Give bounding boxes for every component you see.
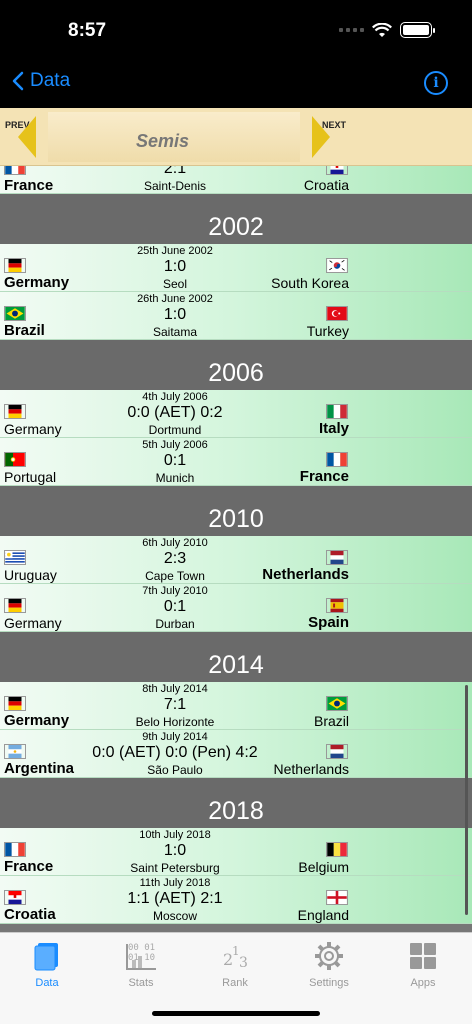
away-team: Belgium (298, 859, 349, 875)
status-icons (339, 22, 435, 38)
flag-spain-icon (326, 598, 348, 613)
flag-england-icon (326, 890, 348, 905)
wifi-icon (372, 22, 392, 37)
flag-turkey-icon (326, 306, 348, 321)
tab-label: Data (35, 977, 59, 989)
away-team: South Korea (271, 275, 349, 291)
match-date: 6th July 2010 (142, 537, 208, 549)
year-header: 2010 (0, 486, 472, 536)
match-row[interactable]: 5th July 2006 0:1 Portugal Munich France (0, 438, 472, 486)
flag-netherlands-icon (326, 744, 348, 759)
match-row[interactable]: 11th July 2018 1:1 (AET) 2:1 Croatia Mos… (0, 876, 472, 924)
next-round-button[interactable]: NEXT (312, 108, 472, 166)
chevron-left-icon (12, 71, 24, 91)
prev-round-button[interactable]: PREV (0, 108, 40, 166)
status-bar: 8:57 (0, 0, 472, 60)
tab-stats[interactable]: 00 01 01 10 Stats (94, 939, 188, 989)
cellular-signal-icon (339, 28, 364, 32)
info-button[interactable]: i (424, 71, 448, 95)
match-row[interactable]: 4th July 2006 0:0 (AET) 0:2 Germany Dort… (0, 390, 472, 438)
match-score: 0:1 (163, 452, 187, 469)
flag-netherlands-icon (326, 550, 348, 565)
away-team: Netherlands (262, 566, 349, 583)
match-list[interactable]: 2:1 France Saint-Denis Croatia 2002 25th… (0, 166, 472, 932)
match-date: 11th July 2018 (139, 877, 211, 889)
tab-label: Rank (222, 977, 248, 989)
battery-icon (400, 22, 435, 38)
match-score: 0:1 (163, 598, 187, 615)
match-date: 26th June 2002 (137, 293, 213, 305)
match-date: 5th July 2006 (142, 439, 208, 451)
year-header: 2018 (0, 778, 472, 828)
away-team: Turkey (306, 323, 349, 339)
match-venue: Saitama (152, 325, 198, 339)
info-icon: i (433, 75, 439, 91)
match-venue: Saint-Denis (143, 179, 207, 193)
stats-icon: 00 01 01 10 (94, 939, 188, 973)
flag-brazil-icon (326, 696, 348, 711)
away-team: Brazil (313, 713, 349, 729)
match-row[interactable]: 6th July 2010 2:3 Uruguay Cape Town Neth… (0, 536, 472, 584)
match-date: 8th July 2014 (142, 683, 208, 695)
match-row[interactable]: 9th July 2014 0:0 (AET) 0:0 (Pen) 4:2 Ar… (0, 730, 472, 778)
away-team: Italy (318, 420, 349, 437)
away-team: France (299, 468, 349, 485)
match-venue: Munich (155, 471, 195, 485)
match-date: 9th July 2014 (142, 731, 208, 743)
match-row[interactable]: 2:1 France Saint-Denis Croatia (0, 166, 472, 194)
book-icon (0, 939, 94, 973)
back-button[interactable]: Data (12, 70, 70, 92)
match-venue: Durban (155, 617, 195, 631)
next-label: NEXT (322, 120, 347, 130)
match-venue: Dortmund (148, 423, 202, 437)
match-score: 1:0 (163, 306, 187, 323)
svg-text:3: 3 (239, 955, 248, 971)
match-row[interactable]: 26th June 2002 1:0 Brazil Saitama Turkey (0, 292, 472, 340)
away-team: England (297, 907, 349, 923)
tab-label: Settings (309, 977, 349, 989)
flag-italy-icon (326, 404, 348, 419)
tab-data[interactable]: Data (0, 939, 94, 989)
flag-croatia-icon (326, 166, 348, 175)
svg-text:00 01: 00 01 (128, 943, 155, 953)
flag-belgium-icon (326, 842, 348, 857)
match-date: 25th June 2002 (137, 245, 213, 257)
tab-apps[interactable]: Apps (376, 939, 470, 989)
flag-france-icon (326, 452, 348, 467)
round-title-panel: Semis (48, 112, 300, 162)
match-date: 10th July 2018 (139, 829, 211, 841)
tab-rank[interactable]: 213 Rank (188, 939, 282, 989)
away-team: Netherlands (273, 761, 350, 777)
match-row[interactable]: 25th June 2002 1:0 Germany Seol South Ko… (0, 244, 472, 292)
year-header: 2014 (0, 632, 472, 682)
match-date: 4th July 2006 (142, 391, 208, 403)
round-selector: PREV Semis NEXT (0, 108, 472, 166)
tab-label: Stats (128, 977, 154, 989)
match-venue: Belo Horizonte (135, 715, 215, 729)
arrow-left-icon (18, 116, 36, 158)
navigation-bar: Data i (0, 60, 472, 108)
tab-settings[interactable]: Settings (282, 939, 376, 989)
back-button-label: Data (30, 70, 71, 91)
scrollbar[interactable] (465, 685, 468, 915)
tab-bar: Data 00 01 01 10 Stats 213 Rank Settings … (0, 932, 472, 1024)
year-header: 2002 (0, 194, 472, 244)
status-time: 8:57 (68, 20, 107, 41)
home-indicator[interactable] (152, 1011, 320, 1016)
rank-icon: 213 (188, 939, 282, 973)
tab-label: Apps (410, 977, 436, 989)
away-team: Spain (308, 614, 349, 631)
match-row[interactable]: 10th July 2018 1:0 France Saint Petersbu… (0, 828, 472, 876)
round-title: Semis (136, 131, 190, 151)
gear-icon (282, 939, 376, 973)
match-date: 7th July 2010 (142, 585, 208, 597)
match-row[interactable]: 8th July 2014 7:1 Germany Belo Horizonte… (0, 682, 472, 730)
grid-icon (376, 939, 470, 973)
match-row[interactable]: 7th July 2010 0:1 Germany Durban Spain (0, 584, 472, 632)
away-team: Croatia (303, 177, 349, 193)
year-header: 2006 (0, 340, 472, 390)
match-score: 0:0 (AET) 0:2 (127, 404, 223, 421)
flag-south-korea-icon (326, 258, 348, 273)
